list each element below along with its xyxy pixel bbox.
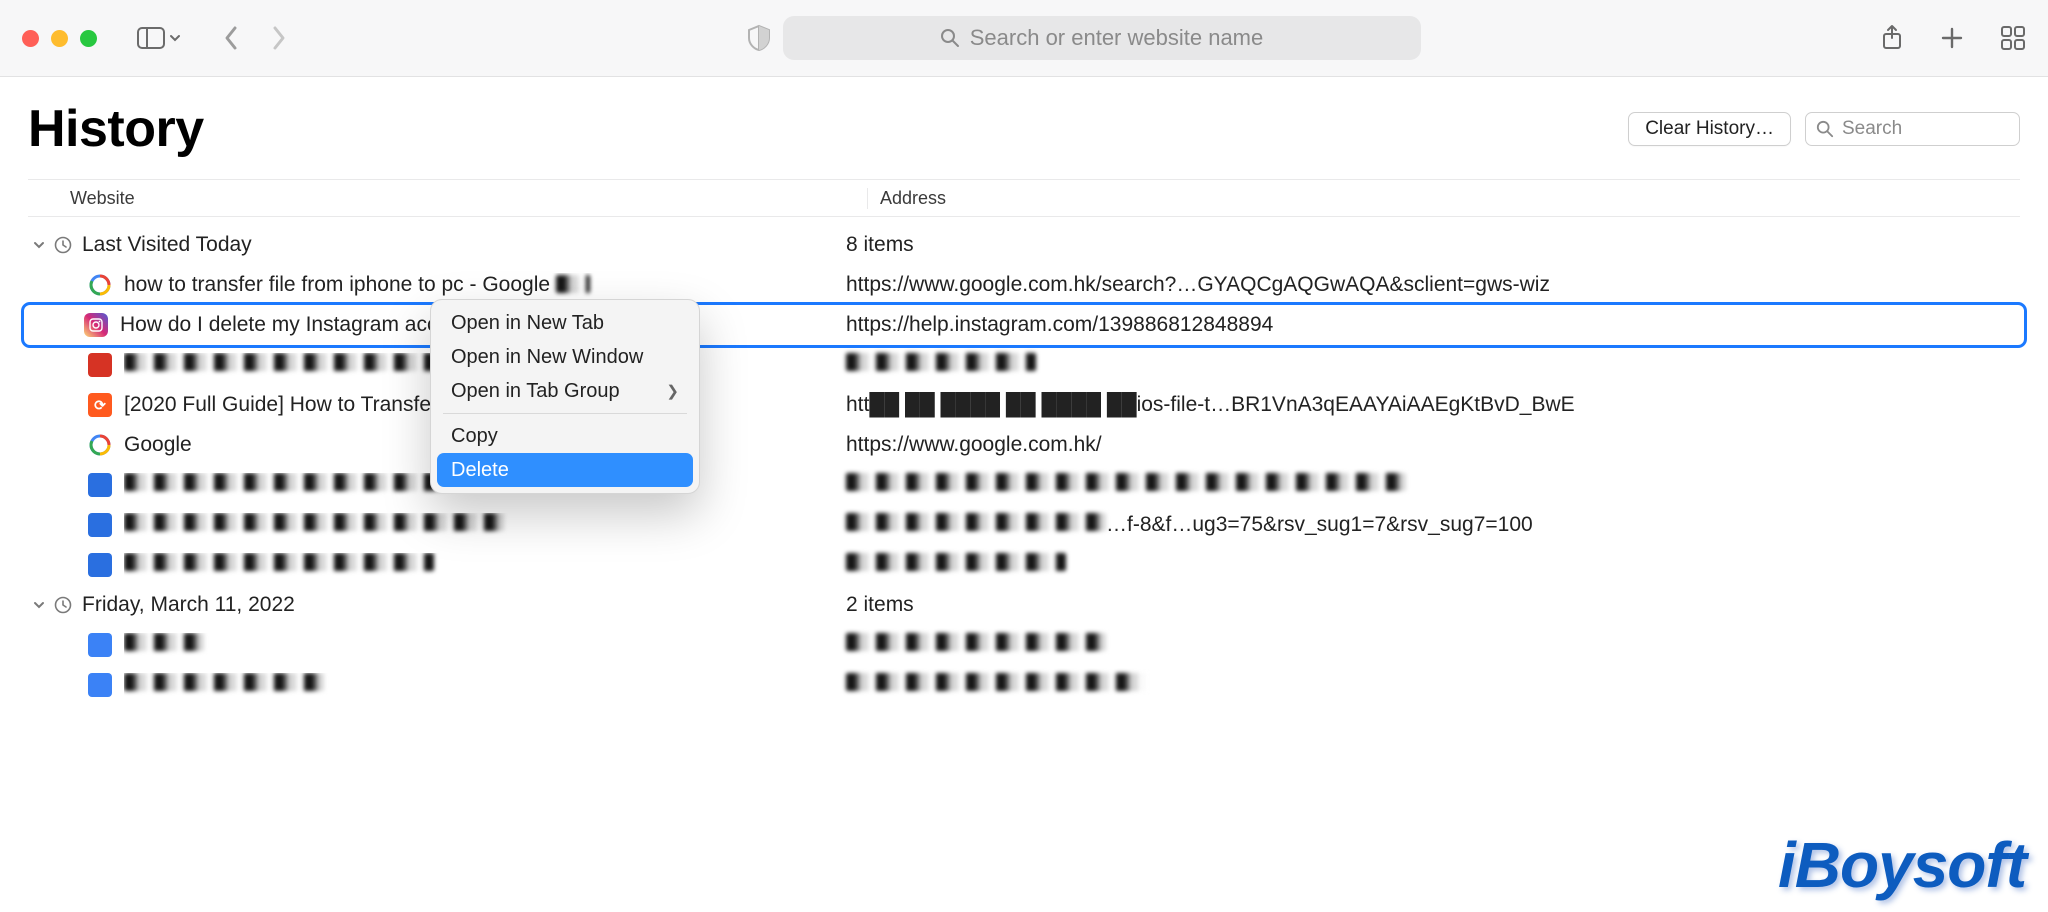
- history-row[interactable]: [28, 665, 2020, 705]
- chevron-down-icon[interactable]: [28, 238, 50, 252]
- site-favicon-icon: [88, 673, 112, 697]
- clock-icon: [50, 596, 76, 614]
- history-row-url: https://www.google.com.hk/search?…GYAQCg…: [846, 273, 1550, 297]
- chevron-down-icon: [169, 32, 181, 44]
- history-row-url: [846, 473, 1406, 497]
- search-placeholder: Search: [1842, 118, 1902, 140]
- site-favicon-icon: ⟳: [88, 393, 112, 417]
- history-table-header: Website Address: [28, 179, 2020, 217]
- menu-delete[interactable]: Delete: [437, 453, 693, 487]
- privacy-shield-icon[interactable]: [747, 24, 771, 52]
- history-row[interactable]: ⟳ [2020 Full Guide] How to Transfer Fi h…: [28, 385, 2020, 425]
- tab-overview-button[interactable]: [2000, 25, 2026, 51]
- menu-open-tab-group[interactable]: Open in Tab Group ❯: [437, 374, 693, 408]
- google-favicon-icon: [88, 273, 112, 297]
- instagram-favicon-icon: [84, 313, 108, 337]
- column-address[interactable]: Address: [868, 188, 2020, 209]
- history-row[interactable]: how to transfer file from iphone to pc -…: [28, 265, 2020, 305]
- close-window-icon[interactable]: [22, 30, 39, 47]
- chevron-down-icon[interactable]: [28, 598, 50, 612]
- address-placeholder: Search or enter website name: [970, 25, 1264, 51]
- chevron-right-icon: ❯: [666, 382, 679, 400]
- menu-open-new-window[interactable]: Open in New Window: [437, 340, 693, 374]
- history-row[interactable]: How do I delete my Instagram accou https…: [24, 305, 2024, 345]
- history-row[interactable]: [28, 345, 2020, 385]
- search-icon: [1816, 120, 1834, 138]
- history-row-url: htt██ ██ ████ ██ ████ ██ios-file-t…BR1Vn…: [846, 393, 1575, 417]
- site-favicon-icon: [88, 473, 112, 497]
- fullscreen-window-icon[interactable]: [80, 30, 97, 47]
- history-row[interactable]: Google https://www.google.com.hk/: [28, 425, 2020, 465]
- traffic-lights: [22, 30, 97, 47]
- watermark-logo: iBoysoft: [1778, 828, 2026, 902]
- date-group-count: 8 items: [846, 233, 914, 257]
- history-row-url: [846, 633, 1106, 657]
- sidebar-toggle-button[interactable]: [137, 27, 181, 49]
- history-row-url: [846, 553, 1066, 577]
- column-website[interactable]: Website: [28, 188, 868, 209]
- history-row-title: how to transfer file from iphone to pc -…: [124, 273, 864, 297]
- history-row-title: [124, 633, 864, 657]
- history-row-title: [124, 553, 864, 577]
- date-group-count: 2 items: [846, 593, 914, 617]
- history-row-url: https://help.instagram.com/1398868128488…: [846, 313, 1273, 337]
- menu-separator: [443, 413, 687, 414]
- menu-open-new-tab[interactable]: Open in New Tab: [437, 306, 693, 340]
- clear-history-button[interactable]: Clear History…: [1628, 112, 1791, 146]
- history-row-url: [846, 673, 1146, 697]
- date-group-label: Friday, March 11, 2022: [82, 593, 295, 617]
- date-group-label: Last Visited Today: [82, 233, 252, 257]
- history-search-input[interactable]: Search: [1805, 112, 2020, 146]
- menu-copy[interactable]: Copy: [437, 419, 693, 453]
- site-favicon-icon: [88, 513, 112, 537]
- history-row-url: …f-8&f…ug3=75&rsv_sug1=7&rsv_sug7=100: [846, 513, 1533, 537]
- history-row[interactable]: [28, 545, 2020, 585]
- history-row[interactable]: [28, 465, 2020, 505]
- page-title: History: [28, 99, 204, 159]
- history-row[interactable]: …f-8&f…ug3=75&rsv_sug1=7&rsv_sug7=100: [28, 505, 2020, 545]
- search-icon: [940, 28, 960, 48]
- date-group-header[interactable]: Friday, March 11, 2022 2 items: [28, 585, 2020, 625]
- site-favicon-icon: [88, 633, 112, 657]
- history-row-title: [124, 673, 864, 697]
- history-row-url: https://www.google.com.hk/: [846, 433, 1102, 457]
- window-toolbar: Search or enter website name: [0, 0, 2048, 77]
- sidebar-icon: [137, 27, 165, 49]
- site-favicon-icon: [88, 353, 112, 377]
- page-header: History Clear History… Search: [0, 77, 2048, 169]
- history-row[interactable]: [28, 625, 2020, 665]
- history-row-url: [846, 353, 1036, 377]
- new-tab-button[interactable]: [1940, 26, 1964, 50]
- share-button[interactable]: [1880, 24, 1904, 52]
- forward-button[interactable]: [271, 25, 287, 51]
- history-row-title: [124, 513, 864, 537]
- address-bar[interactable]: Search or enter website name: [783, 16, 1421, 60]
- clock-icon: [50, 236, 76, 254]
- context-menu: Open in New Tab Open in New Window Open …: [430, 299, 700, 494]
- site-favicon-icon: [88, 553, 112, 577]
- date-group-header[interactable]: Last Visited Today 8 items: [28, 225, 2020, 265]
- history-table-body: Last Visited Today 8 items how to transf…: [0, 217, 2048, 705]
- back-button[interactable]: [223, 25, 239, 51]
- minimize-window-icon[interactable]: [51, 30, 68, 47]
- google-favicon-icon: [88, 433, 112, 457]
